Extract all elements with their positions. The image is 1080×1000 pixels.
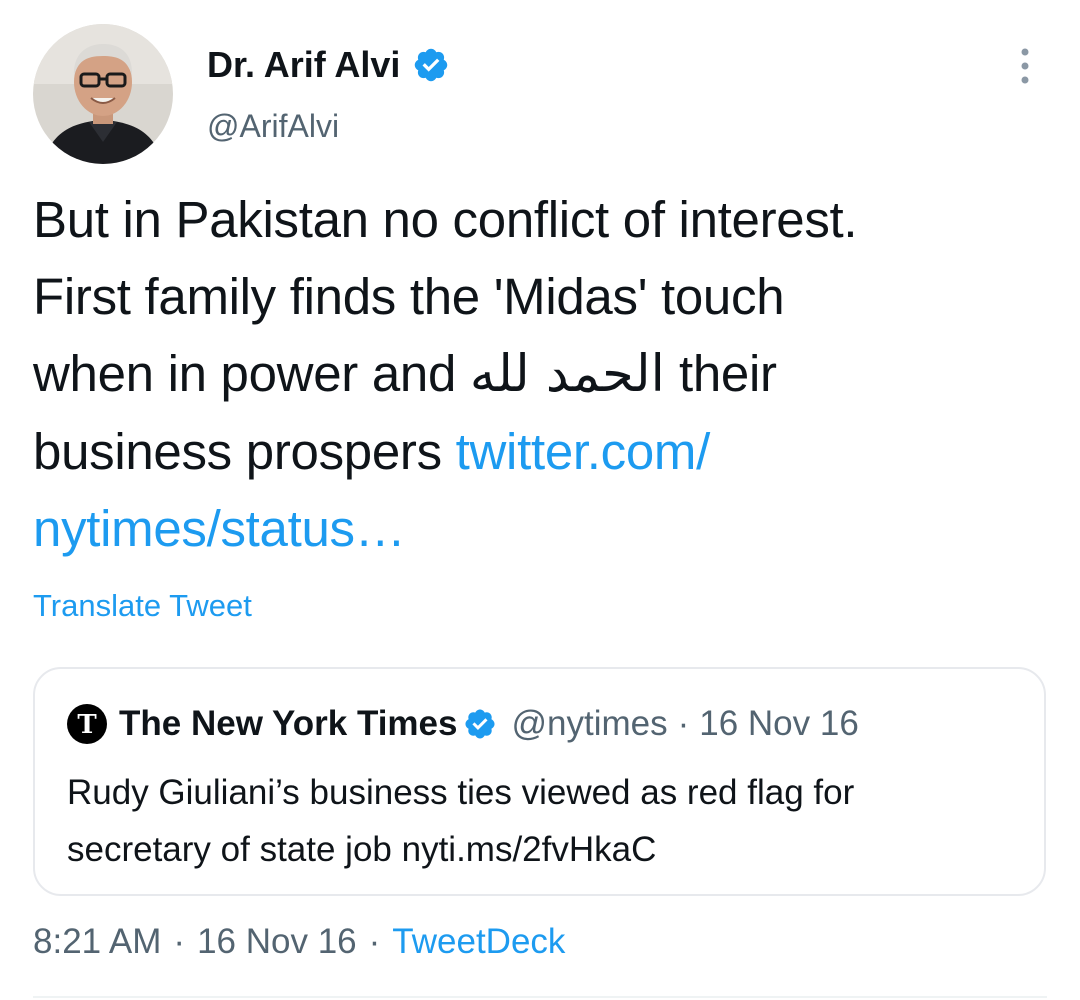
author-avatar[interactable] (33, 24, 173, 164)
verified-badge-icon (412, 46, 450, 84)
tweet-text-line: First family finds the 'Midas' touch (33, 268, 785, 325)
tweet-link-continued[interactable]: nytimes/status… (33, 500, 406, 557)
tweet-time[interactable]: 8:21 AM (33, 922, 161, 961)
author-display-name[interactable]: Dr. Arif Alvi (207, 43, 400, 87)
tweet-text: But in Pakistan no conflict of interest.… (33, 181, 1063, 567)
quoted-text-line: Rudy Giuliani’s business ties viewed as … (67, 773, 855, 812)
quoted-tweet-card[interactable]: T The New York Times @nytimes · 16 Nov 1… (33, 667, 1046, 896)
author-display-name-row[interactable]: Dr. Arif Alvi (207, 43, 450, 87)
tweet-text-segment: when in power and (33, 345, 470, 402)
quoted-author-handle[interactable]: @nytimes (511, 704, 667, 744)
quoted-author-name[interactable]: The New York Times (119, 704, 457, 744)
tweet-text-line: when in power and الحمد لله their (33, 335, 1063, 413)
tweet-metadata: 8:21 AM · 16 Nov 16 · TweetDeck (33, 920, 565, 964)
more-options-button[interactable] (1005, 44, 1045, 88)
translate-tweet-link[interactable]: Translate Tweet (33, 586, 252, 626)
divider (33, 996, 1047, 998)
tweet-arabic-text: الحمد لله (469, 345, 665, 404)
quoted-separator: · (677, 704, 690, 743)
tweet-date[interactable]: 16 Nov 16 (197, 922, 357, 961)
tweet-source-link[interactable]: TweetDeck (392, 922, 565, 961)
svg-text:T: T (77, 710, 97, 740)
quoted-verified-badge-icon (463, 707, 497, 741)
quoted-tweet-date[interactable]: 16 Nov 16 (699, 704, 859, 744)
author-handle[interactable]: @ArifAlvi (207, 106, 339, 146)
quoted-tweet-text: Rudy Giuliani’s business ties viewed as … (67, 764, 854, 878)
meta-separator: · (173, 922, 186, 961)
meta-separator: · (368, 922, 381, 961)
nyt-logo-icon: T (67, 704, 107, 744)
tweet-text-segment: business prospers (33, 423, 456, 480)
tweet-text-line: business prospers twitter.com/ (33, 413, 1063, 490)
tweet-text-line: But in Pakistan no conflict of interest. (33, 191, 858, 248)
tweet-text-line: nytimes/status… (33, 490, 1063, 567)
more-vertical-icon (1005, 44, 1045, 88)
tweet-link[interactable]: twitter.com/ (456, 423, 711, 480)
tweet-text-segment: their (664, 345, 777, 402)
quoted-text-line: secretary of state job nyti.ms/2fvHkaC (67, 830, 657, 869)
quoted-tweet-header: T The New York Times @nytimes · 16 Nov 1… (67, 701, 859, 747)
